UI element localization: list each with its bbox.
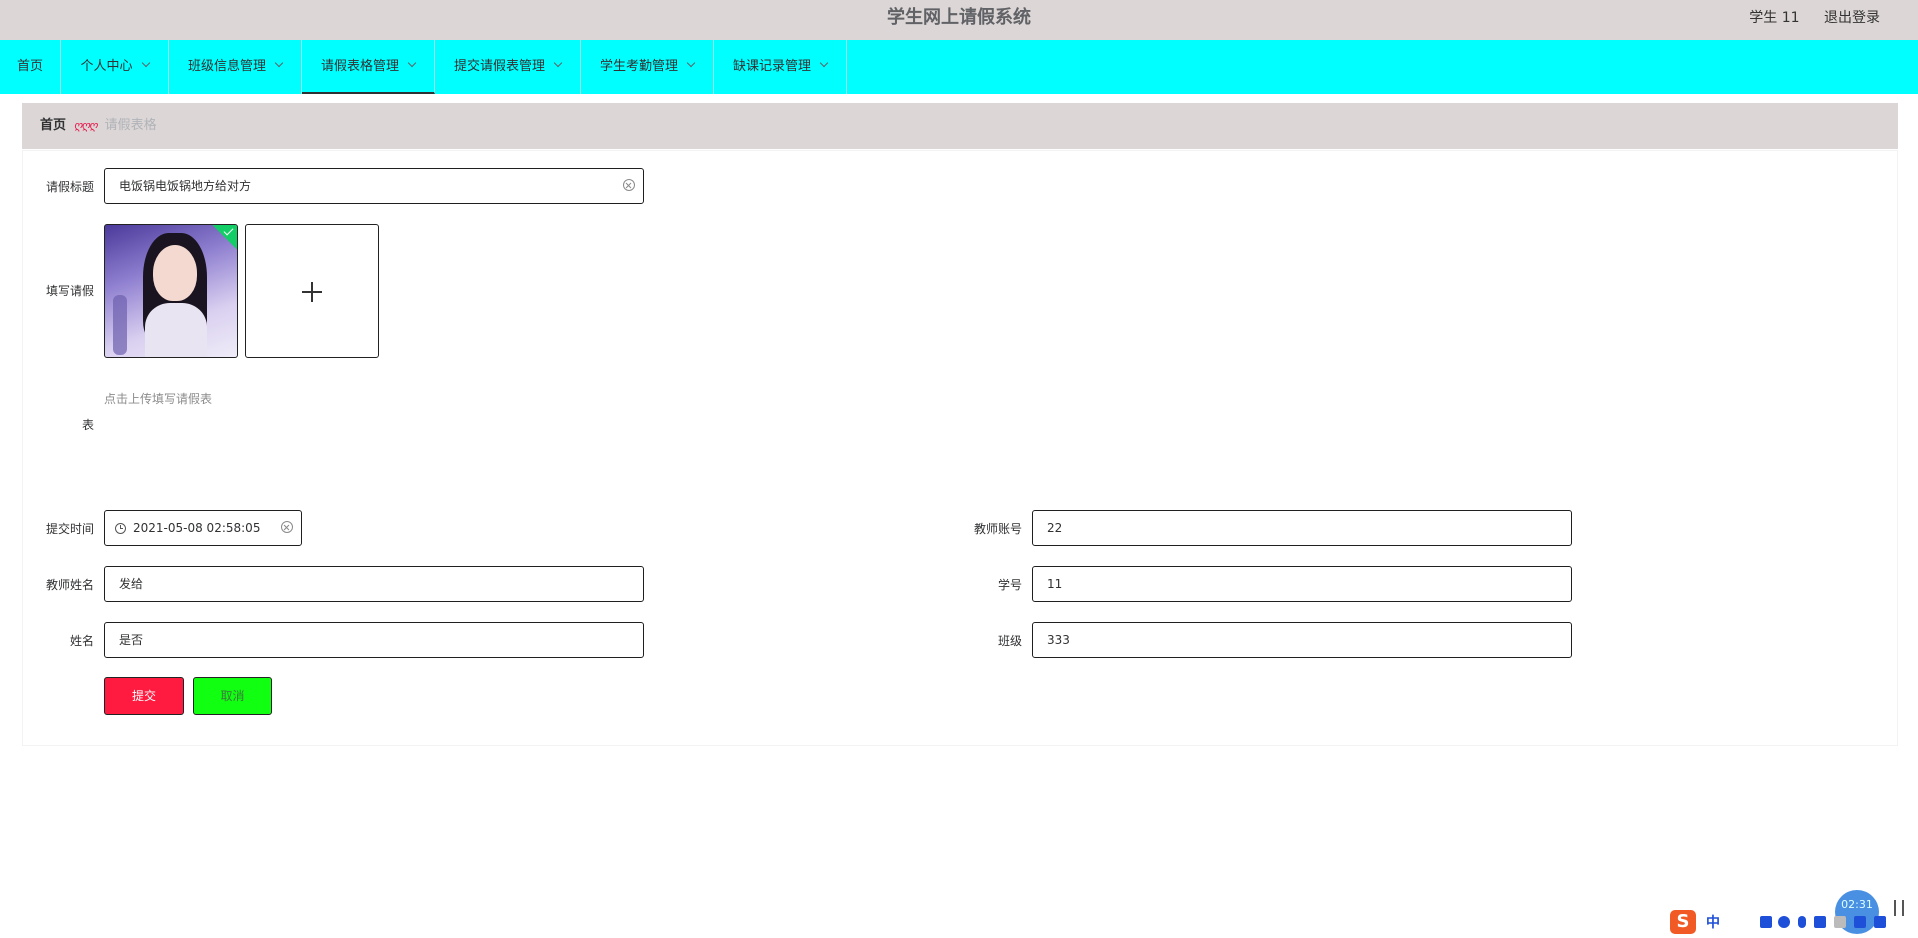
upload-tip: 点击上传填写请假表 [104, 392, 213, 406]
upload-button[interactable] [245, 224, 379, 358]
nav-item-label: 请假表格管理 [320, 59, 399, 74]
punctuation-icon[interactable] [1760, 916, 1772, 928]
cancel-button[interactable]: 取消 [193, 677, 272, 715]
chevron-down-icon [274, 58, 284, 68]
current-user: 学生 11 [1749, 10, 1800, 26]
student-no-input[interactable]: 11 [1032, 566, 1572, 602]
teacher-name-label: 教师姓名 [45, 578, 94, 592]
nav-item-attendance[interactable]: 学生考勤管理 [581, 40, 714, 94]
nav-item-label: 提交请假表管理 [453, 59, 545, 74]
image-face [153, 245, 197, 301]
keyboard-icon[interactable] [1814, 916, 1826, 928]
nav-item-label: 个人中心 [80, 59, 133, 74]
name-label: 姓名 [69, 634, 94, 648]
upload-label: 填写请假 [45, 284, 94, 298]
student-no-label: 学号 [997, 578, 1022, 592]
teacher-account-input[interactable]: 22 [1032, 510, 1572, 546]
nav-item-home[interactable]: 首页 [0, 40, 61, 94]
class-label: 班级 [997, 634, 1022, 648]
class-input[interactable]: 333 [1032, 622, 1572, 658]
dots-icon[interactable] [1834, 916, 1846, 928]
microphone-icon[interactable] [1798, 916, 1806, 928]
logout-link[interactable]: 退出登录 [1824, 10, 1880, 26]
toolbox-icon[interactable] [1874, 916, 1886, 928]
chevron-down-icon [686, 58, 696, 68]
submit-time-value: 2021-05-08 02:58:05 [133, 521, 261, 535]
title-label: 请假标题 [45, 180, 94, 194]
clear-icon[interactable] [623, 179, 635, 191]
nav-item-label: 缺课记录管理 [732, 59, 811, 74]
submit-button[interactable]: 提交 [104, 677, 184, 715]
uploaded-image-thumbnail[interactable] [104, 224, 238, 358]
chevron-down-icon [553, 58, 563, 68]
main-nav: 首页 个人中心 班级信息管理 请假表格管理 提交请假表管理 学生考勤管理 缺课记… [0, 40, 1918, 94]
upload-success-badge [211, 225, 237, 252]
student-no-value: 11 [1047, 577, 1063, 591]
nav-item-absence-records[interactable]: 缺课记录管理 [714, 40, 847, 94]
nav-item-class-info[interactable]: 班级信息管理 [169, 40, 302, 94]
chevron-down-icon [407, 58, 417, 68]
teacher-name-input[interactable]: 发给 [104, 566, 644, 602]
nav-item-label: 首页 [16, 59, 43, 74]
nav-item-submit-leave[interactable]: 提交请假表管理 [435, 40, 581, 94]
app-title: 学生网上请假系统 [887, 7, 1031, 28]
nav-item-label: 学生考勤管理 [599, 59, 678, 74]
chevron-down-icon [141, 58, 150, 68]
title-input[interactable]: 电饭锅电饭锅地方给对方 [104, 168, 644, 204]
ime-language-toggle[interactable]: 中 [1706, 912, 1720, 932]
emoji-icon[interactable] [1778, 916, 1790, 928]
user-area: 学生 11 退出登录 [1729, 0, 1880, 36]
teacher-account-value: 22 [1047, 521, 1063, 535]
nav-item-label: 班级信息管理 [187, 59, 266, 74]
teacher-name-value: 发给 [119, 577, 144, 591]
teacher-account-label: 教师账号 [973, 522, 1022, 536]
image-figure [113, 295, 127, 355]
image-body [145, 303, 207, 357]
top-header: 学生网上请假系统 学生 11 退出登录 [0, 0, 1918, 40]
nav-item-personal-center[interactable]: 个人中心 [61, 40, 169, 94]
submit-time-picker[interactable]: 2021-05-08 02:58:05 [104, 510, 302, 546]
nav-item-leave-form[interactable]: 请假表格管理 [302, 40, 435, 94]
breadcrumb-current: 请假表格 [104, 118, 157, 133]
submit-time-label: 提交时间 [45, 522, 94, 536]
breadcrumb-separator: ღღღ [73, 119, 98, 132]
title-input-value: 电饭锅电饭锅地方给对方 [119, 179, 252, 193]
breadcrumb: 首页 ღღღ 请假表格 [22, 103, 1898, 149]
ime-toolbar: S 中 [1664, 906, 1918, 934]
class-value: 333 [1047, 633, 1070, 647]
chevron-down-icon [819, 58, 829, 68]
breadcrumb-home[interactable]: 首页 [40, 118, 66, 133]
skin-icon[interactable] [1854, 916, 1866, 928]
name-input[interactable]: 是否 [104, 622, 644, 658]
name-value: 是否 [119, 633, 144, 647]
ime-logo-icon[interactable]: S [1670, 910, 1696, 934]
clear-icon[interactable] [281, 521, 293, 533]
upload-label-continued: 表 [81, 418, 94, 432]
clock-icon [115, 523, 126, 534]
